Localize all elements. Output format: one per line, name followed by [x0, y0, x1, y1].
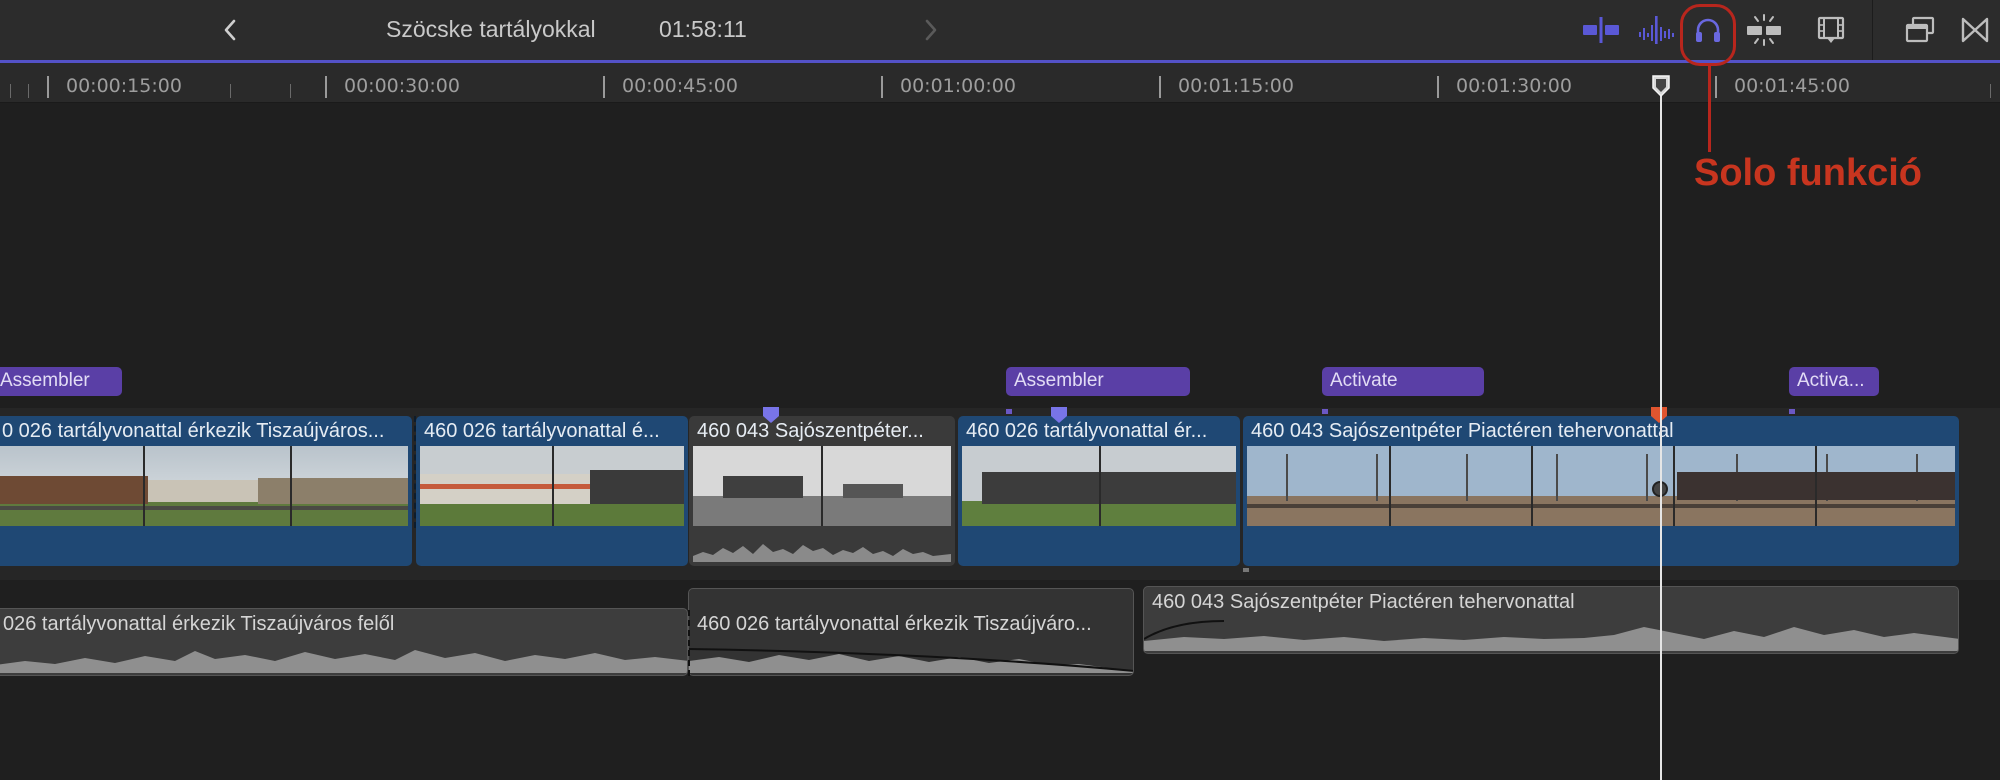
audio-clip[interactable]: 460 043 Sajószentpéter Piactéren tehervo…: [1143, 586, 1959, 654]
annotation-label: Solo funkció: [1694, 152, 1922, 194]
clip-filmstrip: [1247, 446, 1955, 526]
video-skimming-button[interactable]: [1581, 12, 1621, 48]
snapping-button[interactable]: [1744, 12, 1784, 48]
ruler-label: 00:00:15:00: [66, 75, 182, 97]
clip-title: 460 026 tartályvonattal ér...: [966, 420, 1208, 442]
video-skimming-icon: [1583, 17, 1619, 43]
marker-icon[interactable]: [1050, 406, 1068, 424]
annotation-highlight-ring: [1680, 4, 1736, 66]
audio-skimming-icon: [1639, 16, 1674, 44]
toolbar-separator: [1872, 0, 1873, 60]
clip-appearance-button[interactable]: [1811, 12, 1851, 48]
clip-filmstrip: [693, 446, 951, 526]
timeline-ruler[interactable]: 00:00:15:00 00:00:30:00 00:00:45:00 00:0…: [0, 63, 2000, 103]
playhead-handle[interactable]: [1651, 74, 1671, 98]
title-clip-label: Assembler: [1014, 370, 1104, 391]
connection-point: [1243, 568, 1249, 572]
clip-filmstrip: [420, 446, 684, 526]
chevron-right-icon: [925, 19, 937, 41]
todo-marker-icon[interactable]: [1650, 406, 1668, 424]
ruler-label: 00:01:45:00: [1734, 75, 1850, 97]
video-clip[interactable]: 0 026 tartályvonattal érkezik Tiszaújvár…: [0, 416, 412, 566]
marker-icon[interactable]: [762, 406, 780, 424]
audio-waveform: [1144, 620, 1958, 651]
playhead[interactable]: [1660, 84, 1662, 780]
clip-title: 460 043 Sajószentpéter Piactéren tehervo…: [1152, 591, 1575, 613]
audio-waveform: [0, 650, 687, 673]
title-clip-assembler[interactable]: Assembler: [1006, 367, 1190, 396]
ruler-label: 00:01:30:00: [1456, 75, 1572, 97]
ruler-label: 00:00:30:00: [344, 75, 460, 97]
clip-title: 460 026 tartályvonattal é...: [424, 420, 660, 442]
clip-filmstrip: [962, 446, 1236, 526]
chevron-left-icon: [224, 19, 236, 41]
video-clip[interactable]: 460 026 tartályvonattal ér...: [958, 416, 1240, 566]
title-clip-activate[interactable]: Activate: [1322, 367, 1484, 396]
filmstrip-icon: [1817, 16, 1845, 43]
clip-title: 460 043 Sajószentpéter...: [697, 420, 924, 442]
effects-browser-button[interactable]: [1900, 12, 1940, 48]
audio-waveform: [689, 648, 1133, 673]
ruler-label: 00:01:15:00: [1178, 75, 1294, 97]
clip-audio-waveform: [693, 544, 951, 562]
clip-title: 026 tartályvonattal érkezik Tiszaújváros…: [3, 613, 395, 635]
back-button[interactable]: [210, 12, 250, 48]
transitions-browser-button[interactable]: [1955, 12, 1995, 48]
title-clip-label: Assembler: [0, 370, 90, 391]
clip-filmstrip: [0, 446, 408, 526]
ruler-label: 00:00:45:00: [622, 75, 738, 97]
video-clip[interactable]: 460 043 Sajószentpéter...: [689, 416, 955, 566]
edit-point: [688, 610, 690, 676]
title-clip-activate[interactable]: Activa...: [1789, 367, 1879, 396]
clip-title: 460 043 Sajószentpéter Piactéren tehervo…: [1251, 420, 1674, 442]
annotation-leader-line: [1708, 66, 1711, 152]
clip-title: 460 026 tartályvonattal érkezik Tiszaújv…: [697, 613, 1092, 635]
connection-point: [1006, 409, 1012, 414]
title-clip-assembler[interactable]: Assembler: [0, 367, 122, 396]
video-clip[interactable]: 460 026 tartályvonattal é...: [416, 416, 688, 566]
window-stack-icon: [1905, 16, 1935, 43]
audio-clip[interactable]: 026 tartályvonattal érkezik Tiszaújváros…: [0, 608, 688, 676]
title-clip-label: Activate: [1330, 370, 1398, 391]
connection-point: [1322, 409, 1328, 414]
ruler-label: 00:01:00:00: [900, 75, 1016, 97]
video-clip[interactable]: 460 043 Sajószentpéter Piactéren tehervo…: [1243, 416, 1959, 566]
connection-point: [1789, 409, 1795, 414]
title-clip-label: Activa...: [1797, 370, 1865, 391]
project-duration: 01:58:11: [659, 16, 747, 42]
clip-title: 0 026 tartályvonattal érkezik Tiszaújvár…: [2, 420, 385, 442]
project-title: Szöcske tartályokkal: [386, 16, 596, 42]
forward-button[interactable]: [911, 12, 951, 48]
audio-skimming-button[interactable]: [1636, 12, 1676, 48]
audio-clip[interactable]: 460 026 tartályvonattal érkezik Tiszaújv…: [688, 588, 1134, 676]
snapping-icon: [1747, 14, 1781, 46]
bowtie-icon: [1961, 17, 1989, 43]
